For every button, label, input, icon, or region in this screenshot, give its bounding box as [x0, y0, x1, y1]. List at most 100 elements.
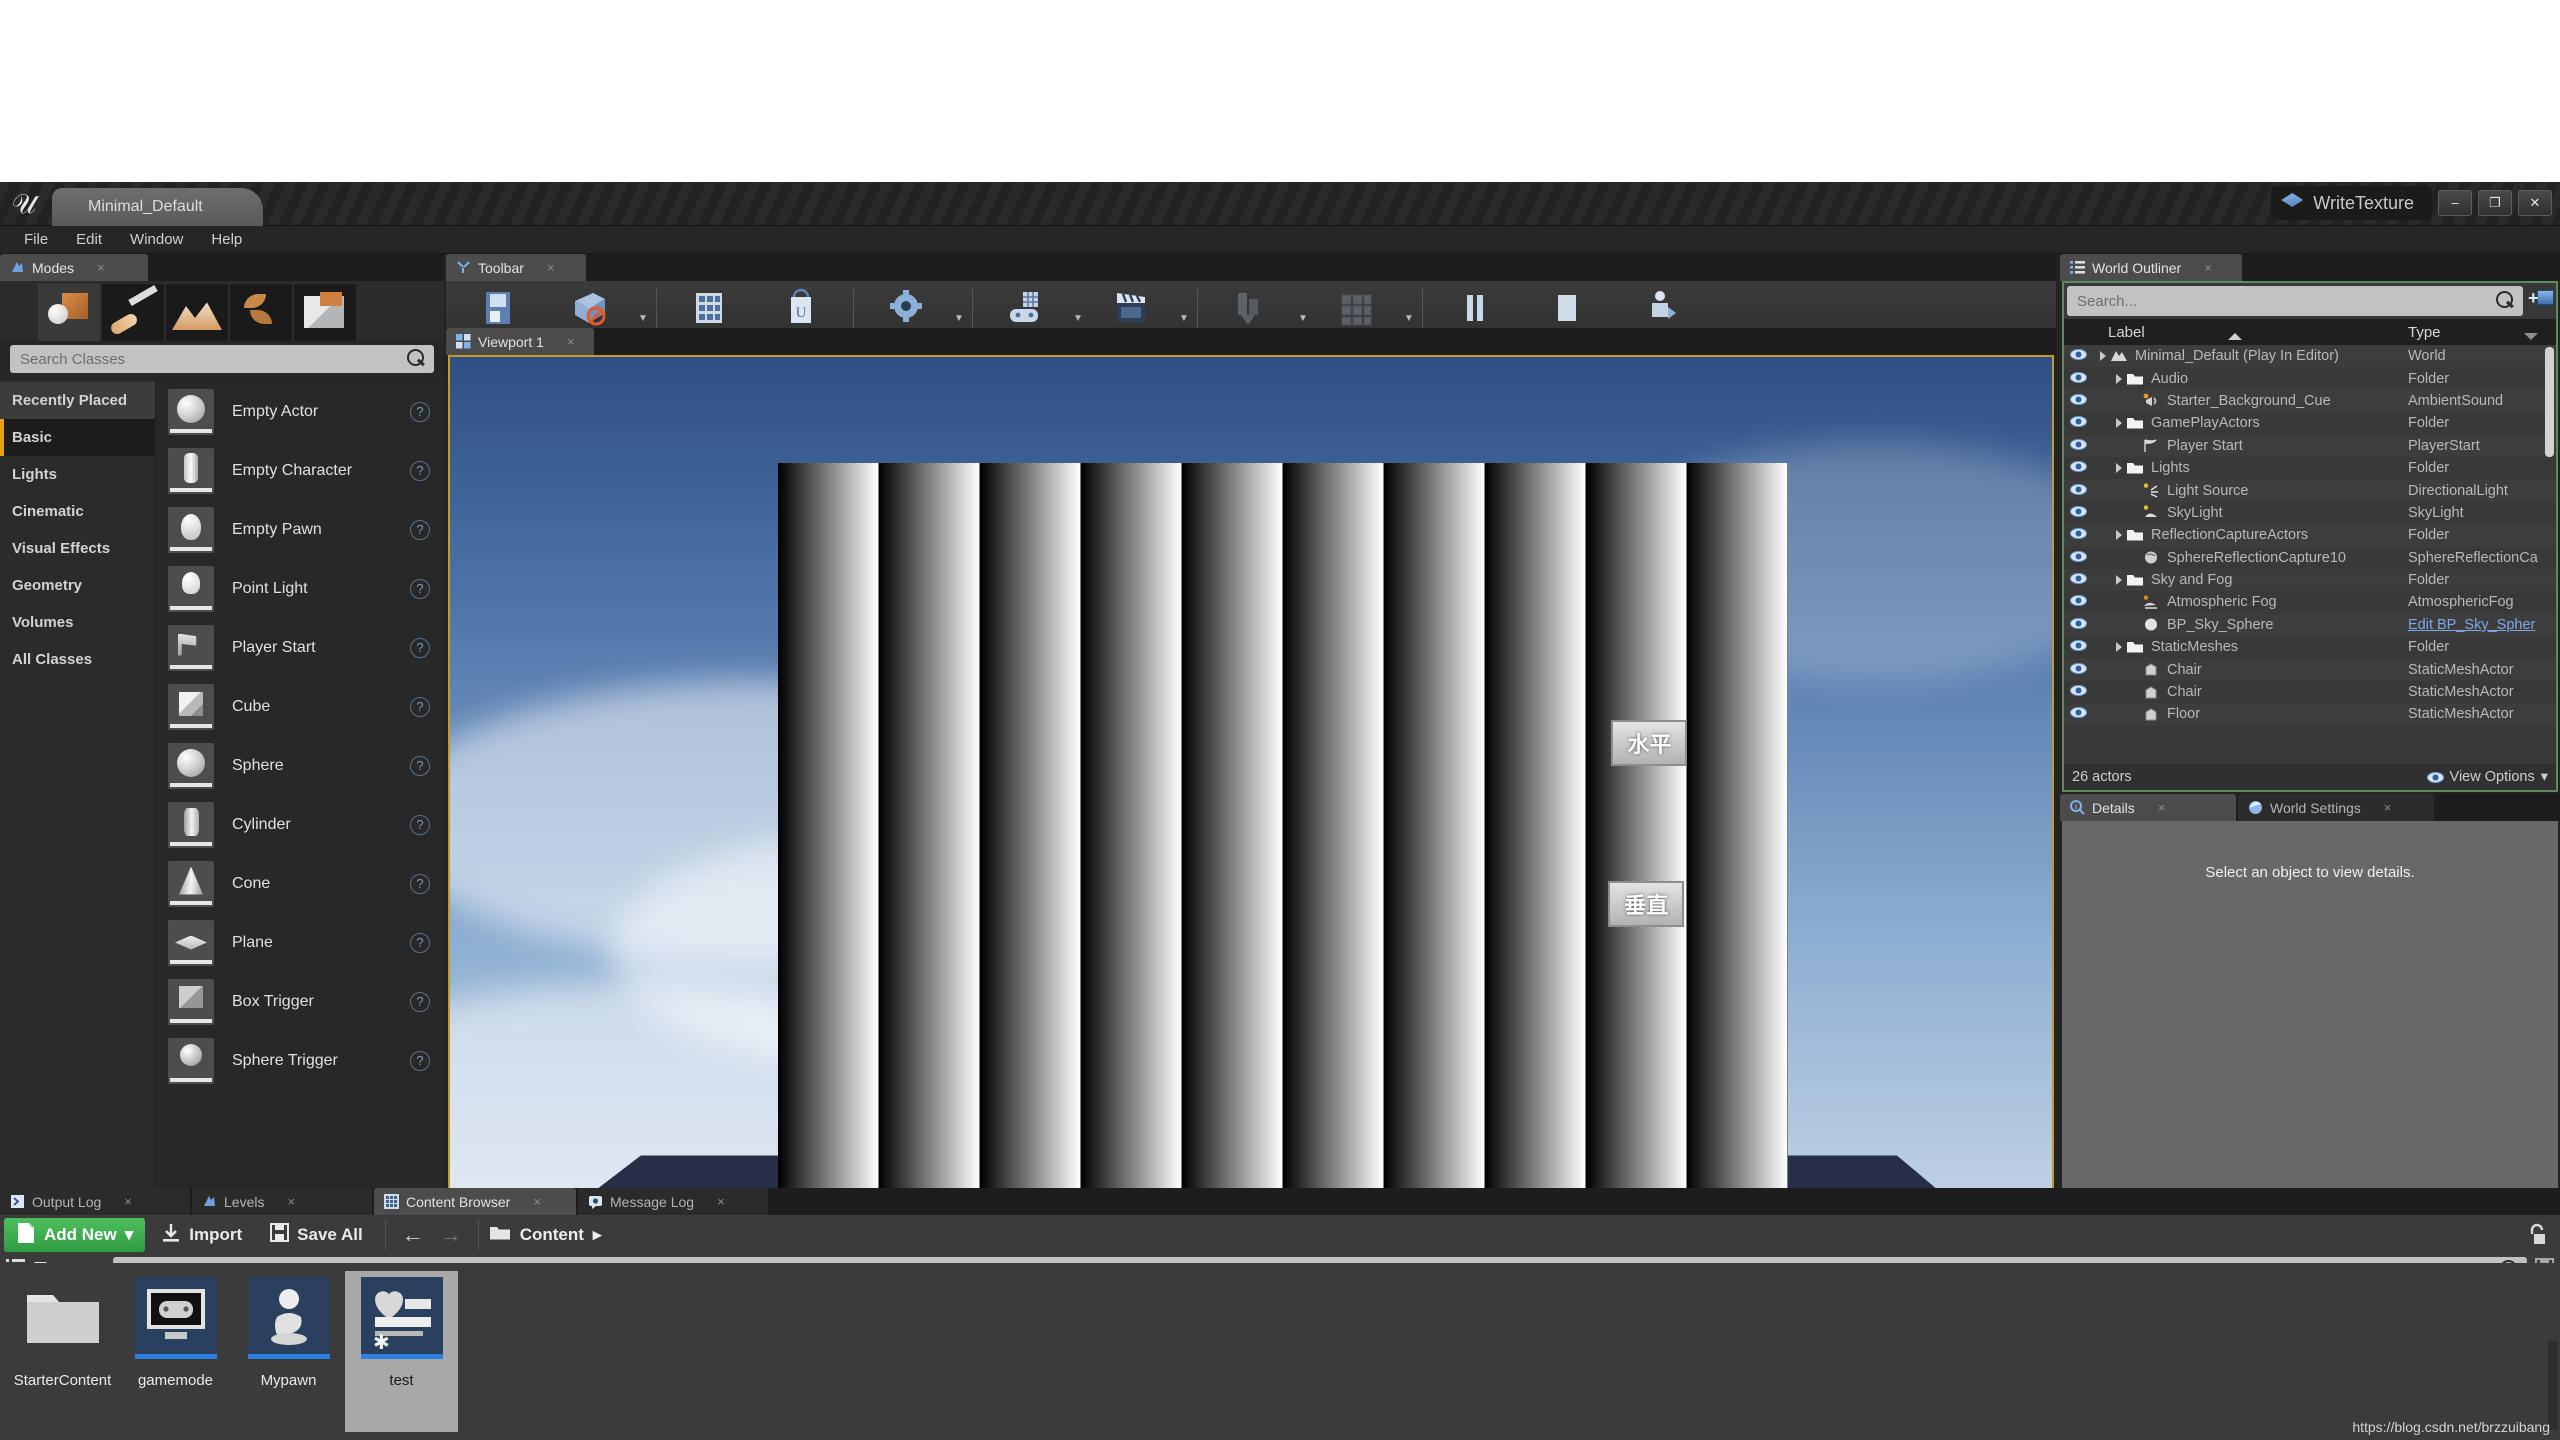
expander-icon[interactable]: [2100, 351, 2106, 361]
outliner-row[interactable]: SkyLightSkyLight: [2064, 502, 2556, 524]
menu-file[interactable]: File: [10, 231, 62, 248]
asset-gamemode[interactable]: gamemode: [119, 1271, 232, 1432]
outliner-row[interactable]: BP_Sky_SphereEdit BP_Sky_Spher: [2064, 614, 2556, 636]
help-icon[interactable]: ?: [410, 756, 430, 776]
breadcrumb[interactable]: Content ▸: [489, 1224, 602, 1246]
label-column-header[interactable]: Label: [2108, 324, 2408, 341]
outliner-row[interactable]: GamePlayActorsFolder: [2064, 412, 2556, 434]
menu-window[interactable]: Window: [116, 231, 197, 248]
list-item[interactable]: Sphere Trigger ?: [156, 1031, 444, 1090]
help-icon[interactable]: ?: [410, 579, 430, 599]
expander-icon[interactable]: [2116, 530, 2122, 540]
visibility-toggle-icon[interactable]: [2064, 572, 2092, 588]
help-icon[interactable]: ?: [410, 1051, 430, 1071]
menu-help[interactable]: Help: [197, 231, 256, 248]
close-icon[interactable]: ×: [2204, 260, 2212, 275]
tab-levels[interactable]: Levels ×: [192, 1188, 372, 1215]
outliner-scrollbar[interactable]: [2545, 347, 2554, 457]
tab-output-log[interactable]: Output Log ×: [0, 1188, 190, 1215]
tab-viewport-1[interactable]: Viewport 1 ×: [446, 328, 594, 355]
category-cinematic[interactable]: Cinematic: [0, 493, 155, 530]
minimize-button[interactable]: –: [2438, 190, 2472, 216]
help-icon[interactable]: ?: [410, 461, 430, 481]
category-visual-effects[interactable]: Visual Effects: [0, 530, 155, 567]
tab-message-log[interactable]: Message Log ×: [578, 1188, 768, 1215]
outliner-row[interactable]: ReflectionCaptureActorsFolder: [2064, 524, 2556, 546]
outliner-row[interactable]: AudioFolder: [2064, 367, 2556, 389]
visibility-toggle-icon[interactable]: [2064, 371, 2092, 387]
expander-icon[interactable]: [2116, 463, 2122, 473]
view-options-button[interactable]: View Options: [2450, 769, 2535, 785]
outliner-row[interactable]: Light SourceDirectionalLight: [2064, 479, 2556, 501]
visibility-toggle-icon[interactable]: [2064, 550, 2092, 566]
visibility-toggle-icon[interactable]: [2064, 460, 2092, 476]
visibility-toggle-icon[interactable]: [2064, 415, 2092, 431]
category-recently-placed[interactable]: Recently Placed: [0, 382, 155, 419]
help-icon[interactable]: ?: [410, 815, 430, 835]
close-icon[interactable]: ×: [97, 260, 105, 275]
visibility-toggle-icon[interactable]: [2064, 348, 2092, 364]
tab-world-outliner[interactable]: World Outliner ×: [2060, 254, 2242, 281]
menu-edit[interactable]: Edit: [62, 231, 116, 248]
close-icon[interactable]: ×: [567, 334, 575, 349]
document-tab[interactable]: Minimal_Default: [52, 188, 263, 226]
outliner-search-input[interactable]: [2067, 286, 2523, 316]
outliner-row[interactable]: Player StartPlayerStart: [2064, 435, 2556, 457]
outliner-row[interactable]: Sky and FogFolder: [2064, 569, 2556, 591]
paint-mode-button[interactable]: [102, 284, 164, 341]
foliage-mode-button[interactable]: [230, 284, 292, 341]
visibility-toggle-icon[interactable]: [2064, 438, 2092, 454]
asset-startercontent[interactable]: StarterContent: [6, 1271, 119, 1432]
list-item[interactable]: Cylinder ?: [156, 795, 444, 854]
close-icon[interactable]: ×: [287, 1194, 295, 1209]
help-icon[interactable]: ?: [410, 992, 430, 1012]
add-new-button[interactable]: Add New ▾: [4, 1218, 145, 1252]
category-lights[interactable]: Lights: [0, 456, 155, 493]
close-icon[interactable]: ×: [533, 1194, 541, 1209]
help-icon[interactable]: ?: [410, 638, 430, 658]
restore-button[interactable]: ❐: [2478, 190, 2512, 216]
class-search-field[interactable]: [10, 345, 434, 373]
help-icon[interactable]: ?: [410, 402, 430, 422]
horizontal-button[interactable]: 水平: [1611, 720, 1687, 766]
category-geometry[interactable]: Geometry: [0, 567, 155, 604]
visibility-toggle-icon[interactable]: [2064, 639, 2092, 655]
visibility-toggle-icon[interactable]: [2064, 617, 2092, 633]
close-icon[interactable]: ×: [2158, 800, 2166, 815]
list-item[interactable]: Cube ?: [156, 677, 444, 736]
help-icon[interactable]: ?: [410, 697, 430, 717]
list-item[interactable]: Empty Actor ?: [156, 382, 444, 441]
visibility-toggle-icon[interactable]: [2064, 662, 2092, 678]
outliner-row[interactable]: FloorStaticMeshActor: [2064, 703, 2556, 725]
list-item[interactable]: Point Light ?: [156, 559, 444, 618]
chevron-down-icon[interactable]: ▾: [2541, 769, 2548, 785]
visibility-toggle-icon[interactable]: [2064, 505, 2092, 521]
outliner-row[interactable]: Starter_Background_CueAmbientSound: [2064, 390, 2556, 412]
list-item[interactable]: Sphere ?: [156, 736, 444, 795]
expander-icon[interactable]: [2116, 575, 2122, 585]
landscape-mode-button[interactable]: [166, 284, 228, 341]
search-classes-input[interactable]: [10, 345, 434, 373]
close-icon[interactable]: ×: [717, 1194, 725, 1209]
list-item[interactable]: Empty Character ?: [156, 441, 444, 500]
back-button[interactable]: ←: [396, 1222, 430, 1248]
visibility-toggle-icon[interactable]: [2064, 684, 2092, 700]
tab-world-settings[interactable]: World Settings ×: [2238, 794, 2434, 821]
outliner-row-type[interactable]: Edit BP_Sky_Spher: [2408, 617, 2556, 633]
category-basic[interactable]: Basic: [0, 419, 155, 456]
outliner-row[interactable]: Minimal_Default (Play In Editor)World: [2064, 345, 2556, 367]
expander-icon[interactable]: [2116, 374, 2122, 384]
list-item[interactable]: Player Start ?: [156, 618, 444, 677]
type-column-header[interactable]: Type: [2408, 324, 2556, 341]
forward-button[interactable]: →: [434, 1222, 468, 1248]
category-volumes[interactable]: Volumes: [0, 604, 155, 641]
visibility-toggle-icon[interactable]: [2064, 594, 2092, 610]
visibility-toggle-icon[interactable]: [2064, 706, 2092, 722]
outliner-row[interactable]: SphereReflectionCapture10SphereReflectio…: [2064, 547, 2556, 569]
geometry-editing-mode-button[interactable]: [294, 284, 356, 341]
visibility-toggle-icon[interactable]: [2064, 527, 2092, 543]
close-icon[interactable]: ×: [547, 260, 555, 275]
outliner-row[interactable]: StaticMeshesFolder: [2064, 636, 2556, 658]
asset-mypawn[interactable]: Mypawn: [232, 1271, 345, 1432]
tab-modes[interactable]: Modes ×: [0, 254, 148, 281]
